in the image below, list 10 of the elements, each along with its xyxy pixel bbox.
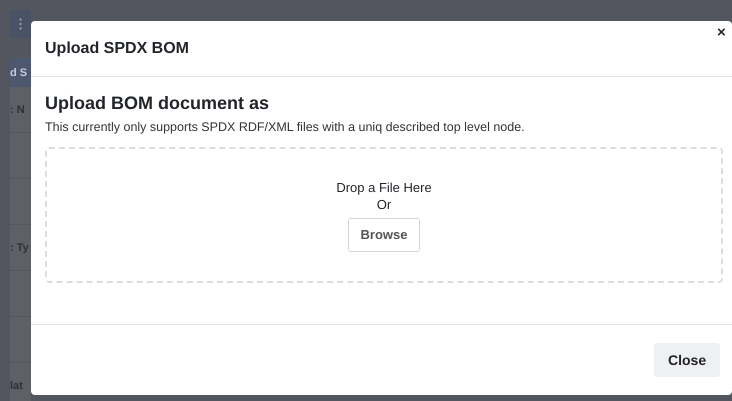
more-icon[interactable] — [19, 18, 22, 30]
browse-button[interactable]: Browse — [348, 218, 420, 252]
section-heading: Upload BOM document as — [45, 92, 270, 114]
drop-prompt: Drop a File Here — [336, 178, 432, 196]
section-title: d S — [10, 66, 28, 78]
drop-zone[interactable]: Drop a File Here Or Browse — [45, 147, 723, 283]
separator-text: Or — [376, 196, 392, 212]
dialog-title: Upload SPDX BOM — [45, 40, 190, 58]
description: This currently only supports SPDX RDF/XML files with a uniq described top level node. — [45, 119, 526, 135]
close-button[interactable]: Close — [654, 343, 720, 377]
